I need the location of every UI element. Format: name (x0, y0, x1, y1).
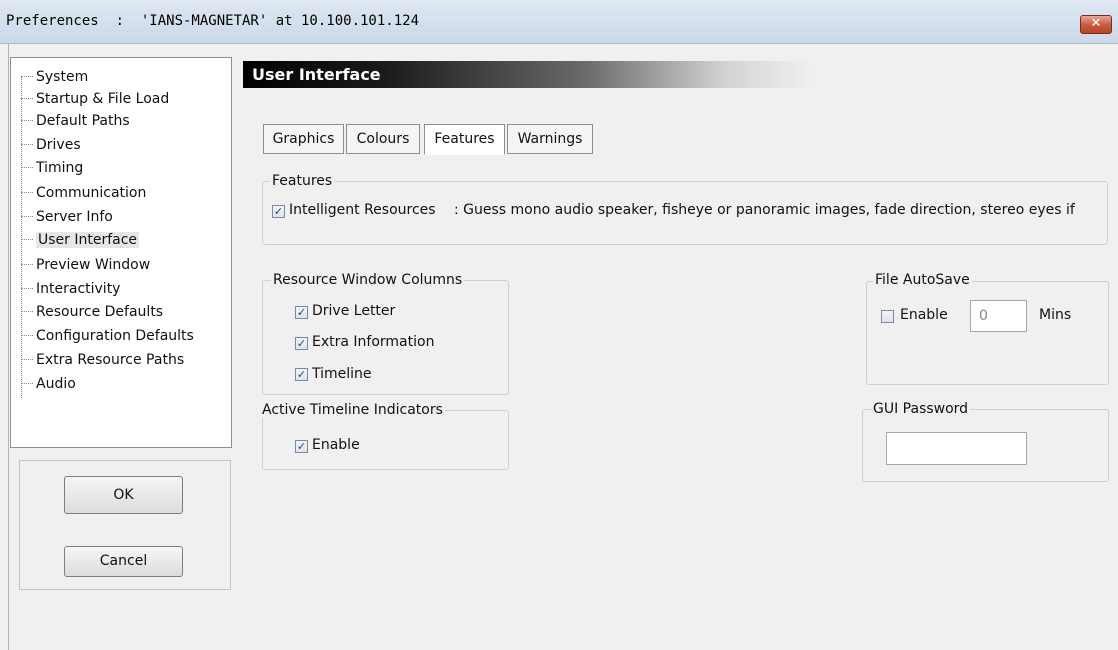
tree-item-server-info[interactable]: Server Info (21, 206, 113, 228)
resource-window-columns-title: Resource Window Columns (271, 272, 465, 288)
section-title: User Interface (243, 61, 813, 88)
checkmark-icon: ✓ (296, 368, 307, 381)
close-icon: ✕ (1090, 16, 1102, 31)
window-title: Preferences : 'IANS-MAGNETAR' at 10.100.… (6, 13, 420, 29)
tree-item-interactivity[interactable]: Interactivity (21, 278, 120, 300)
tree-item-drives[interactable]: Drives (21, 134, 81, 156)
tree-item-preview-window[interactable]: Preview Window (21, 254, 150, 276)
intelligent-resources-label: Intelligent Resources (289, 202, 436, 218)
tree-item-user-interface[interactable]: User Interface (21, 229, 140, 251)
checkmark-icon: ✓ (296, 306, 307, 319)
tree-item-resource-defaults[interactable]: Resource Defaults (21, 301, 163, 323)
tree-item-communication[interactable]: Communication (21, 182, 146, 204)
extra-information-checkbox[interactable]: ✓ (295, 337, 308, 350)
timeline-indicators-enable-checkbox[interactable]: ✓ (295, 440, 308, 453)
tree-item-default-paths[interactable]: Default Paths (21, 110, 130, 132)
close-button[interactable]: ✕ (1080, 15, 1112, 34)
file-autosave-title: File AutoSave (873, 272, 972, 288)
tree-item-system[interactable]: System (21, 66, 88, 88)
checkmark-icon: ✓ (273, 205, 284, 218)
tab-features[interactable]: Features (424, 124, 505, 155)
autosave-minutes-unit: Mins (1039, 307, 1072, 323)
gui-password-title: GUI Password (871, 401, 971, 417)
tab-graphics[interactable]: Graphics (263, 124, 344, 154)
timeline-label: Timeline (312, 366, 372, 382)
autosave-enable-label: Enable (900, 307, 948, 323)
drive-letter-label: Drive Letter (312, 303, 396, 319)
file-autosave-group (866, 281, 1109, 385)
tree-item-extra-resource-paths[interactable]: Extra Resource Paths (21, 349, 184, 371)
tab-warnings[interactable]: Warnings (507, 124, 593, 154)
checkmark-icon: ✓ (296, 440, 307, 453)
dialog-buttons-panel: OK Cancel (19, 460, 231, 590)
tab-colours[interactable]: Colours (346, 124, 420, 154)
title-bar: Preferences : 'IANS-MAGNETAR' at 10.100.… (0, 0, 1118, 44)
preferences-tree: System Startup & File Load Default Paths… (10, 57, 232, 448)
autosave-minutes-input[interactable]: 0 (970, 300, 1027, 332)
active-timeline-indicators-title: Active Timeline Indicators (260, 402, 445, 418)
tree-item-audio[interactable]: Audio (21, 373, 76, 395)
tree-item-timing[interactable]: Timing (21, 157, 83, 179)
tree-item-configuration-defaults[interactable]: Configuration Defaults (21, 325, 194, 347)
gui-password-input[interactable] (886, 432, 1027, 465)
timeline-indicators-enable-label: Enable (312, 437, 360, 453)
intelligent-resources-checkbox[interactable]: ✓ (272, 205, 285, 218)
drive-letter-checkbox[interactable]: ✓ (295, 306, 308, 319)
tree-item-startup[interactable]: Startup & File Load (21, 88, 169, 110)
features-group-title: Features (270, 173, 335, 189)
timeline-checkbox[interactable]: ✓ (295, 368, 308, 381)
checkmark-icon: ✓ (296, 337, 307, 350)
extra-information-label: Extra Information (312, 334, 435, 350)
ok-button[interactable]: OK (64, 476, 183, 514)
cancel-button[interactable]: Cancel (64, 546, 183, 577)
autosave-enable-checkbox[interactable] (881, 310, 894, 323)
intelligent-resources-description: : Guess mono audio speaker, fisheye or p… (454, 202, 1075, 218)
